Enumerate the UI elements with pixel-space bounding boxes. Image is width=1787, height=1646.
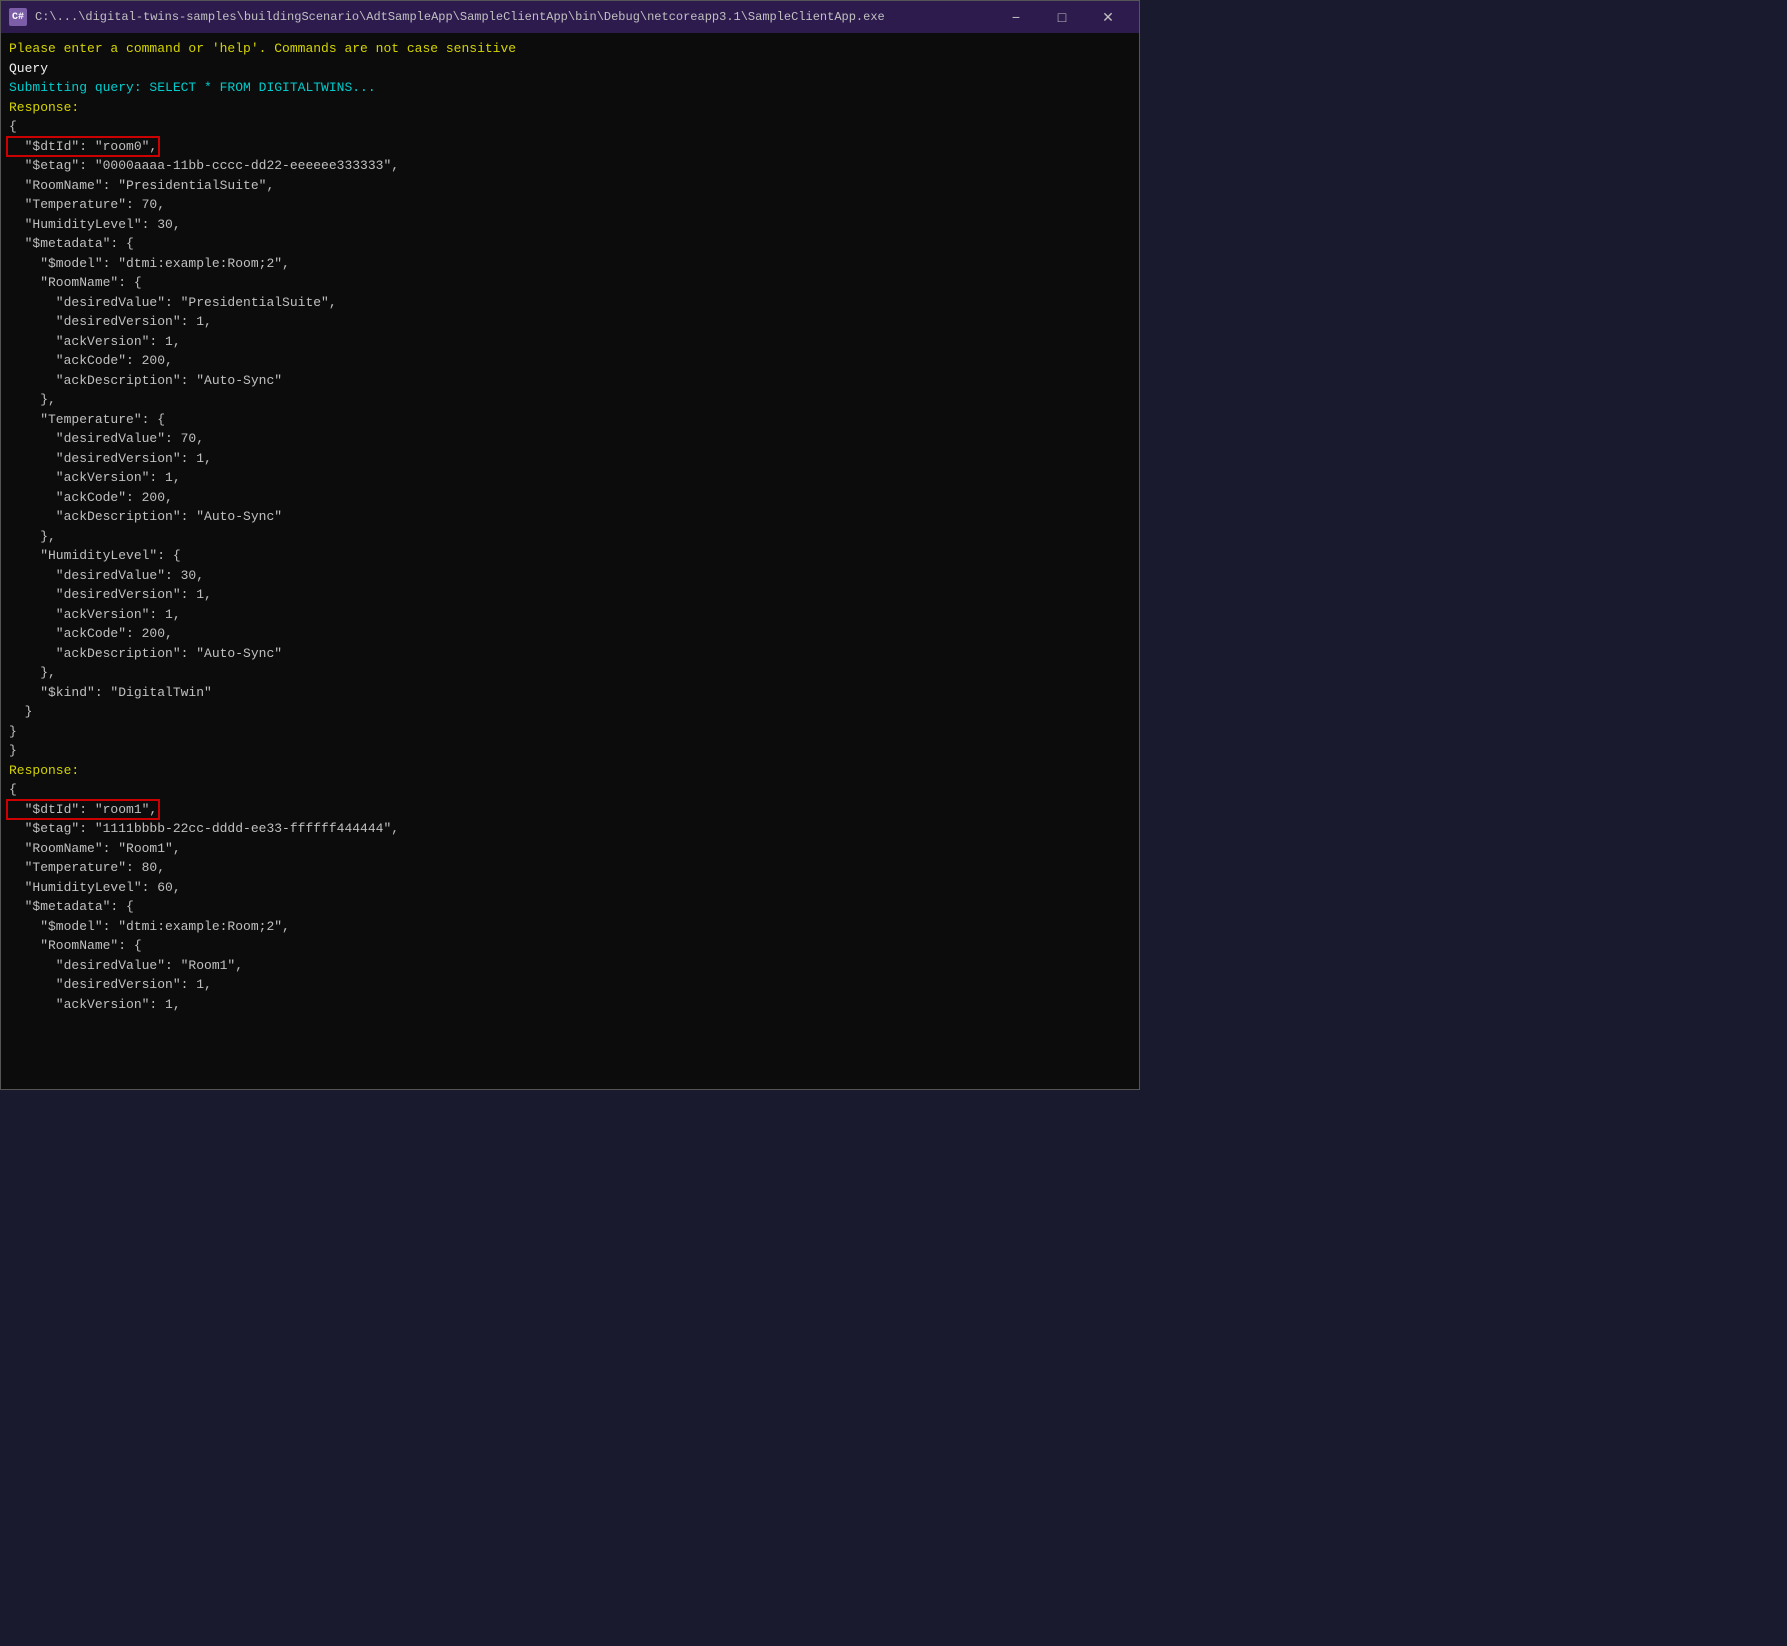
room1-humidity-line: "HumidityLevel": 60, [9, 878, 1131, 898]
room0-humidity-ack-version-line: "ackVersion": 1, [9, 605, 1131, 625]
room0-temp-meta-open-line: "Temperature": { [9, 410, 1131, 430]
response2-open: { [9, 780, 1131, 800]
room0-temp-ack-desc-line: "ackDescription": "Auto-Sync" [9, 507, 1131, 527]
room0-ack-version1-line: "ackVersion": 1, [9, 332, 1131, 352]
room0-humidity-ack-desc-line: "ackDescription": "Auto-Sync" [9, 644, 1131, 664]
room0-temp-ack-code-line: "ackCode": 200, [9, 488, 1131, 508]
room0-model-line: "$model": "dtmi:example:Room;2", [9, 254, 1131, 274]
room0-close-line: } [9, 722, 1131, 742]
minimize-button[interactable]: − [993, 1, 1039, 33]
room0-roomname-meta-close-line: }, [9, 390, 1131, 410]
room0-metadata-close-line: } [9, 702, 1131, 722]
room0-desired-value1-line: "desiredValue": "PresidentialSuite", [9, 293, 1131, 313]
console-output: Please enter a command or 'help'. Comman… [1, 33, 1139, 1089]
room0-ack-code1-line: "ackCode": 200, [9, 351, 1131, 371]
console-window: C# C:\...\digital-twins-samples\building… [0, 0, 1140, 1090]
window-controls: − □ ✕ [993, 1, 1131, 33]
prompt-line: Please enter a command or 'help'. Comman… [9, 39, 1131, 59]
close-button[interactable]: ✕ [1085, 1, 1131, 33]
submitting-line: Submitting query: SELECT * FROM DIGITALT… [9, 78, 1131, 98]
room0-metadata-open-line: "$metadata": { [9, 234, 1131, 254]
room0-humidity-line: "HumidityLevel": 30, [9, 215, 1131, 235]
room0-kind-line: "$kind": "DigitalTwin" [9, 683, 1131, 703]
titlebar: C# C:\...\digital-twins-samples\building… [1, 1, 1139, 33]
room0-temp-line: "Temperature": 70, [9, 195, 1131, 215]
icon-label: C# [12, 12, 24, 23]
room1-metadata-open-line: "$metadata": { [9, 897, 1131, 917]
room0-ack-desc1-line: "ackDescription": "Auto-Sync" [9, 371, 1131, 391]
room0-temp-ack-version-line: "ackVersion": 1, [9, 468, 1131, 488]
window-title: C:\...\digital-twins-samples\buildingSce… [35, 10, 985, 24]
room0-desired-version1-line: "desiredVersion": 1, [9, 312, 1131, 332]
response2-label: Response: [9, 761, 1131, 781]
room1-model-line: "$model": "dtmi:example:Room;2", [9, 917, 1131, 937]
room0-humidity-meta-close-line: }, [9, 663, 1131, 683]
app-icon: C# [9, 8, 27, 26]
room1-dtid-line: "$dtId": "room1", [9, 800, 1131, 820]
room1-roomname-meta-open-line: "RoomName": { [9, 936, 1131, 956]
room0-dtid-line: "$dtId": "room0", [9, 137, 1131, 157]
room1-ack-version1-line: "ackVersion": 1, [9, 995, 1131, 1015]
room0-humidity-desired-value-line: "desiredValue": 30, [9, 566, 1131, 586]
command-line: Query [9, 59, 1131, 79]
room0-roomname-meta-open-line: "RoomName": { [9, 273, 1131, 293]
maximize-button[interactable]: □ [1039, 1, 1085, 33]
room0-etag-line: "$etag": "0000aaaa-11bb-cccc-dd22-eeeeee… [9, 156, 1131, 176]
response1-open: { [9, 117, 1131, 137]
room1-roomname-line: "RoomName": "Room1", [9, 839, 1131, 859]
room0-roomname-line: "RoomName": "PresidentialSuite", [9, 176, 1131, 196]
room0-humidity-desired-version-line: "desiredVersion": 1, [9, 585, 1131, 605]
room1-desired-value1-line: "desiredValue": "Room1", [9, 956, 1131, 976]
room1-desired-version1-line: "desiredVersion": 1, [9, 975, 1131, 995]
room0-humidity-ack-code-line: "ackCode": 200, [9, 624, 1131, 644]
response1-close-line: } [9, 741, 1131, 761]
room1-etag-line: "$etag": "1111bbbb-22cc-dddd-ee33-ffffff… [9, 819, 1131, 839]
room0-temp-meta-close-line: }, [9, 527, 1131, 547]
room0-humidity-meta-open-line: "HumidityLevel": { [9, 546, 1131, 566]
room0-temp-desired-value-line: "desiredValue": 70, [9, 429, 1131, 449]
room0-dtid-highlight: "$dtId": "room0", [9, 139, 157, 154]
room1-dtid-highlight: "$dtId": "room1", [9, 802, 157, 817]
room0-temp-desired-version-line: "desiredVersion": 1, [9, 449, 1131, 469]
room1-temp-line: "Temperature": 80, [9, 858, 1131, 878]
response1-label: Response: [9, 98, 1131, 118]
